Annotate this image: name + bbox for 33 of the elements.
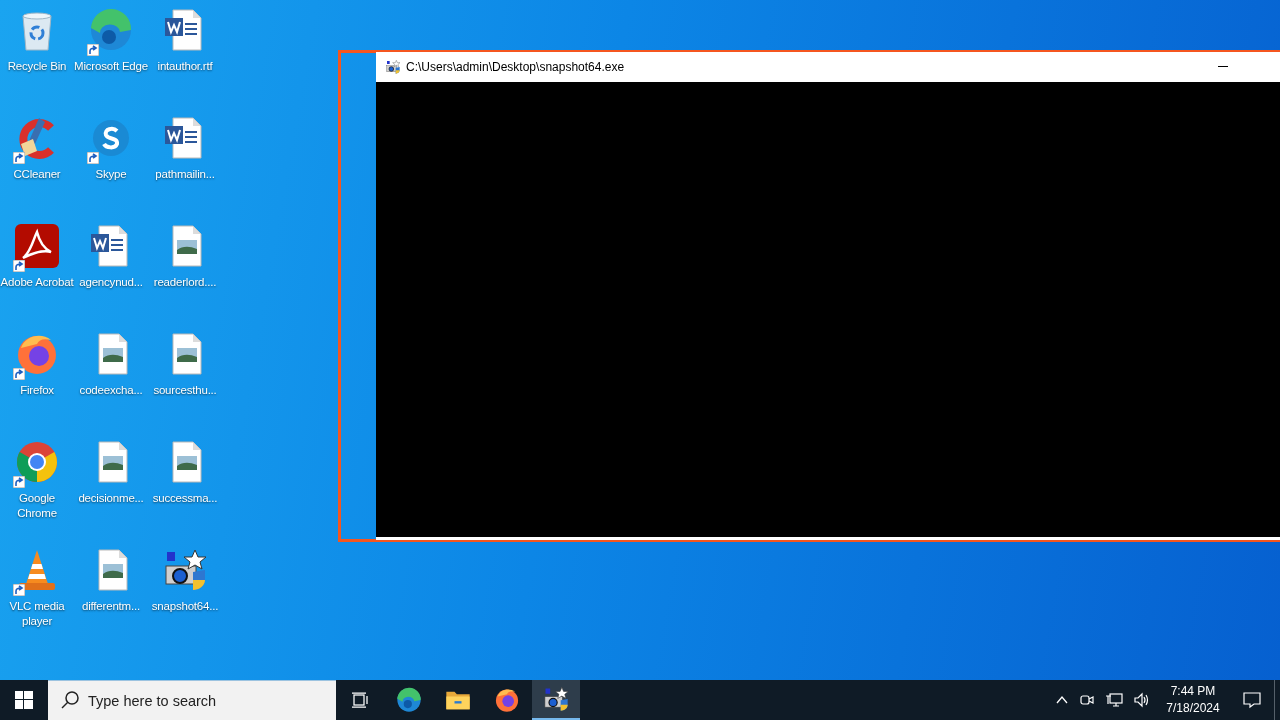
camera-icon — [542, 685, 570, 713]
search-field[interactable]: Type here to search — [48, 680, 336, 720]
camera-icon — [385, 59, 401, 75]
desktop-icon-label[interactable]: sourcesthu... — [148, 383, 222, 398]
desktop-icon-label[interactable]: decisionme... — [74, 491, 148, 506]
speech-bubble-icon — [1242, 691, 1262, 709]
desktop-icon-label[interactable]: readerlord.... — [148, 275, 222, 290]
minimize-icon — [1218, 66, 1228, 68]
desktop-icon-label[interactable]: Recycle Bin — [0, 59, 74, 74]
desktop-icon-label[interactable]: agencynud... — [74, 275, 148, 290]
desktop-icon-label[interactable]: codeexcha... — [74, 383, 148, 398]
camera-icon[interactable] — [1079, 692, 1095, 708]
swirl-logo-icon — [395, 686, 423, 714]
network-icon[interactable] — [1105, 692, 1123, 708]
desktop-icon-label[interactable]: Google Chrome — [0, 491, 74, 521]
window-title: C:\Users\admin\Desktop\snapshot64.exe — [406, 60, 625, 74]
speaker-icon[interactable] — [1133, 692, 1151, 708]
desktop-icon-label[interactable]: differentm... — [74, 599, 148, 614]
desktop-icon-label[interactable]: VLC media player — [0, 599, 74, 629]
desktop-icon-label[interactable]: successma... — [148, 491, 222, 506]
desktop-icon-label[interactable]: Skype — [74, 167, 148, 182]
acrobat-logo-icon[interactable] — [13, 222, 61, 270]
desktop-icon-label[interactable]: intauthor.rtf — [148, 59, 222, 74]
desktop-icon-label[interactable]: Adobe Acrobat — [0, 275, 74, 290]
windows-logo-icon — [15, 691, 33, 709]
desktop-icon-label[interactable]: snapshot64... — [148, 599, 222, 614]
desktop-icon-label[interactable]: Microsoft Edge — [74, 59, 148, 74]
firefox-logo-icon — [493, 686, 521, 714]
clock[interactable]: 7:44 PM 7/18/2024 — [1156, 683, 1230, 717]
desktop-icon-label[interactable]: Firefox — [0, 383, 74, 398]
desktop-icon-label[interactable]: CCleaner — [0, 167, 74, 182]
desktop-icon-label[interactable]: pathmailin... — [148, 167, 222, 182]
taskbar-app-button[interactable] — [532, 680, 580, 720]
